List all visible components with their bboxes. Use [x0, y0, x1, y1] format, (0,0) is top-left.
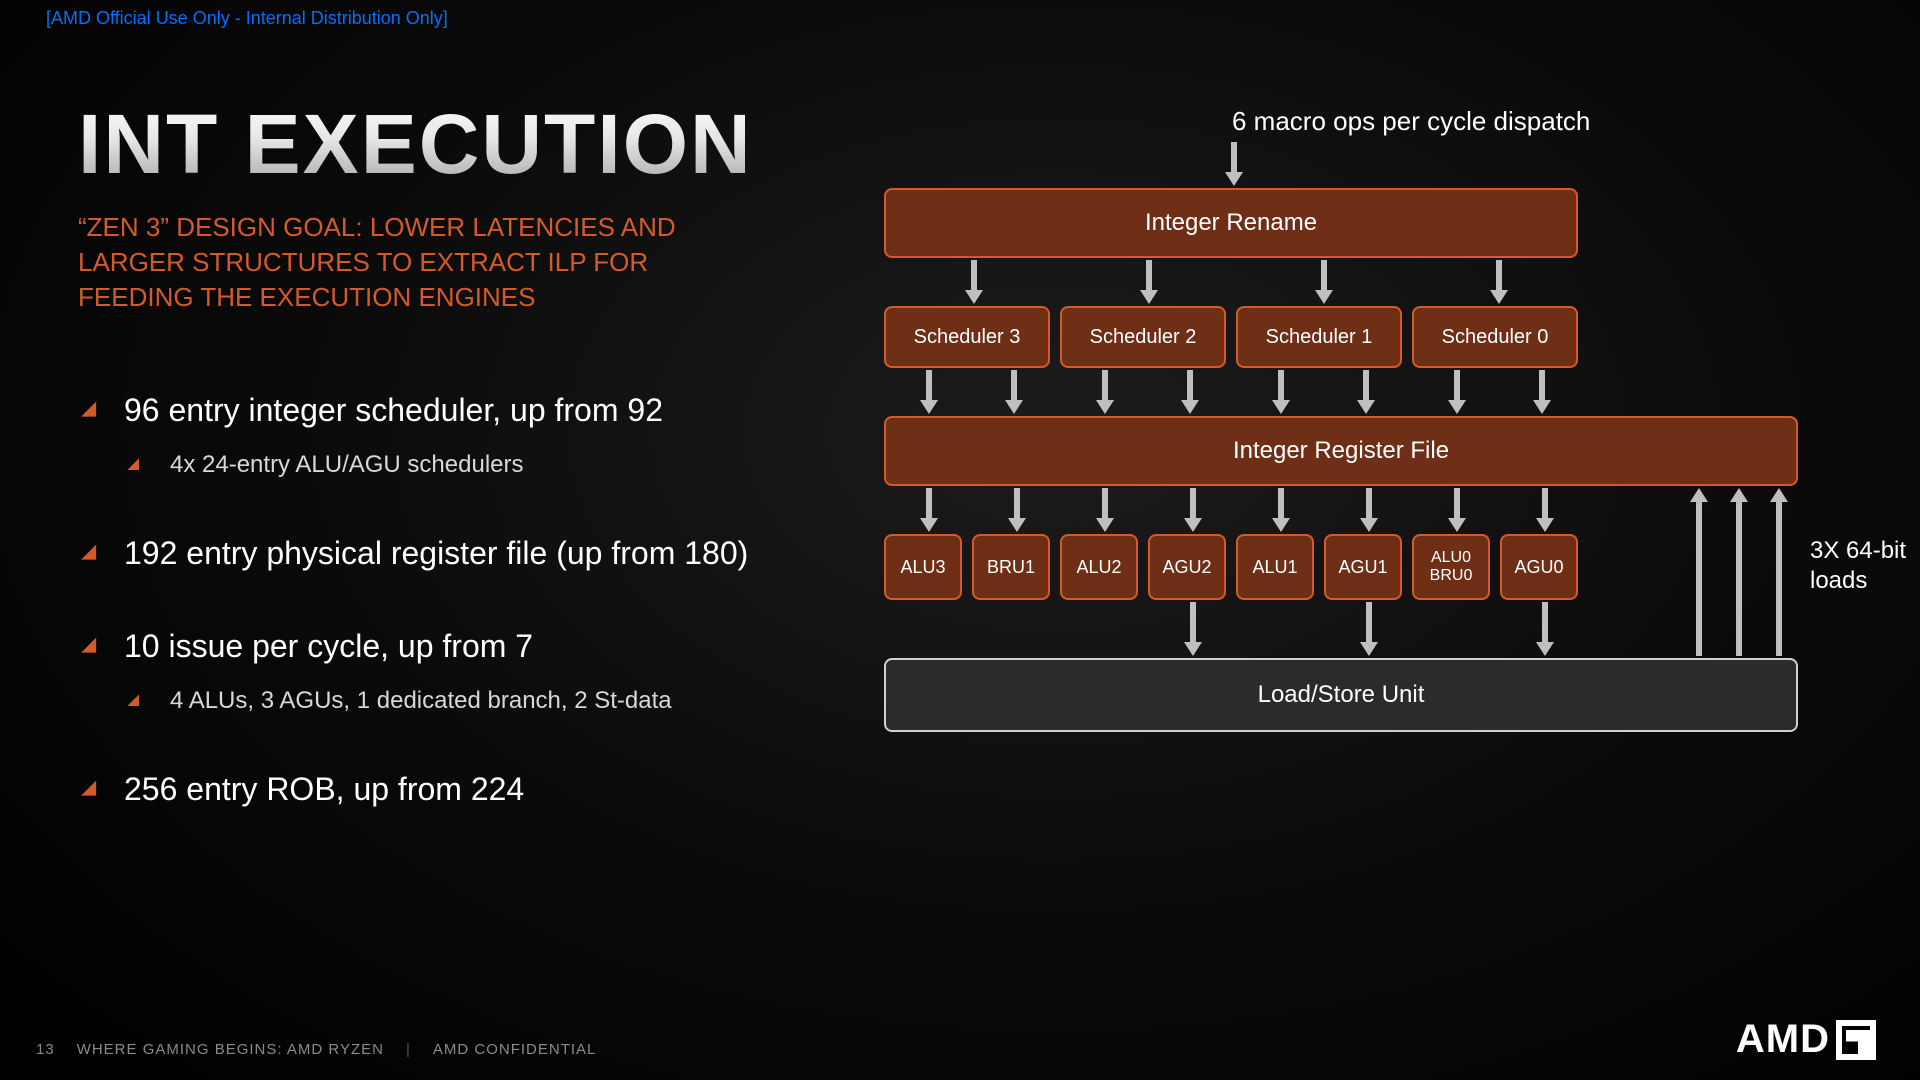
arrow-icon	[1538, 602, 1552, 656]
bullet-text: 10 issue per cycle, up from 7	[124, 628, 533, 664]
footer-confidential: AMD CONFIDENTIAL	[433, 1041, 597, 1058]
arrow-icon	[922, 488, 936, 532]
arrow-icon	[1098, 370, 1112, 414]
list-item: 96 entry integer scheduler, up from 92 4…	[78, 392, 798, 479]
separator-icon: |	[406, 1041, 411, 1058]
arrow-icon	[1274, 370, 1288, 414]
arrow-icon	[1450, 488, 1464, 532]
slide-footer: 13 WHERE GAMING BEGINS: AMD RYZEN | AMD …	[36, 1041, 596, 1058]
logo-text: AMD	[1736, 1017, 1830, 1062]
dispatch-label: 6 macro ops per cycle dispatch	[1232, 106, 1590, 137]
arrow-icon	[1186, 602, 1200, 656]
block-exec-unit: BRU1	[972, 534, 1050, 600]
list-item: 4 ALUs, 3 AGUs, 1 dedicated branch, 2 St…	[124, 687, 798, 715]
arrow-icon	[1362, 488, 1376, 532]
arrow-icon	[1227, 142, 1241, 186]
arrow-icon	[1010, 488, 1024, 532]
arrow-icon	[1492, 260, 1506, 304]
sub-bullet-text: 4x 24-entry ALU/AGU schedulers	[170, 451, 524, 478]
slide-subtitle: “ZEN 3” DESIGN GOAL: LOWER LATENCIES AND…	[78, 210, 758, 315]
block-exec-unit: ALU1	[1236, 534, 1314, 600]
arrow-icon	[922, 370, 936, 414]
arrow-icon	[1732, 488, 1746, 656]
arrow-icon	[1007, 370, 1021, 414]
bullet-text: 96 entry integer scheduler, up from 92	[124, 392, 663, 428]
arrow-icon	[1186, 488, 1200, 532]
list-item: 256 entry ROB, up from 224	[78, 771, 798, 808]
block-scheduler: Scheduler 1	[1236, 306, 1402, 368]
arrow-icon	[1274, 488, 1288, 532]
block-load-store-unit: Load/Store Unit	[884, 658, 1798, 732]
list-item: 10 issue per cycle, up from 7 4 ALUs, 3 …	[78, 628, 798, 715]
bullet-text: 256 entry ROB, up from 224	[124, 771, 524, 807]
block-exec-unit: AGU2	[1148, 534, 1226, 600]
arrow-icon	[1362, 602, 1376, 656]
slide-title: INT EXECUTION	[78, 96, 753, 193]
list-item: 192 entry physical register file (up fro…	[78, 535, 798, 572]
arrow-icon	[1538, 488, 1552, 532]
block-scheduler: Scheduler 2	[1060, 306, 1226, 368]
bullet-text: 192 entry physical register file (up fro…	[124, 535, 748, 571]
arrow-icon	[1098, 488, 1112, 532]
arrow-icon	[1317, 260, 1331, 304]
arrow-icon	[1183, 370, 1197, 414]
page-number: 13	[36, 1041, 55, 1058]
amd-logo-icon	[1836, 1020, 1876, 1060]
arrow-icon	[1692, 488, 1706, 656]
footer-text: WHERE GAMING BEGINS: AMD RYZEN	[77, 1041, 384, 1058]
block-register-file: Integer Register File	[884, 416, 1798, 486]
arrow-icon	[1142, 260, 1156, 304]
pipeline-diagram: 6 macro ops per cycle dispatch Integer R…	[842, 106, 1822, 886]
arrow-icon	[1359, 370, 1373, 414]
arrow-icon	[1535, 370, 1549, 414]
bullet-list: 96 entry integer scheduler, up from 92 4…	[78, 392, 798, 864]
sub-bullet-text: 4 ALUs, 3 AGUs, 1 dedicated branch, 2 St…	[170, 687, 672, 714]
block-integer-rename: Integer Rename	[884, 188, 1578, 258]
block-exec-unit: ALU3	[884, 534, 962, 600]
block-scheduler: Scheduler 3	[884, 306, 1050, 368]
block-exec-unit: ALU0 BRU0	[1412, 534, 1490, 600]
block-exec-unit: ALU2	[1060, 534, 1138, 600]
block-exec-unit: AGU1	[1324, 534, 1402, 600]
arrow-icon	[1772, 488, 1786, 656]
classification-banner: [AMD Official Use Only - Internal Distri…	[46, 8, 448, 29]
block-exec-unit: AGU0	[1500, 534, 1578, 600]
block-scheduler: Scheduler 0	[1412, 306, 1578, 368]
loads-label: 3X 64-bit loads	[1810, 536, 1920, 596]
arrow-icon	[967, 260, 981, 304]
amd-logo: AMD	[1736, 1017, 1876, 1062]
arrow-icon	[1450, 370, 1464, 414]
list-item: 4x 24-entry ALU/AGU schedulers	[124, 451, 798, 479]
